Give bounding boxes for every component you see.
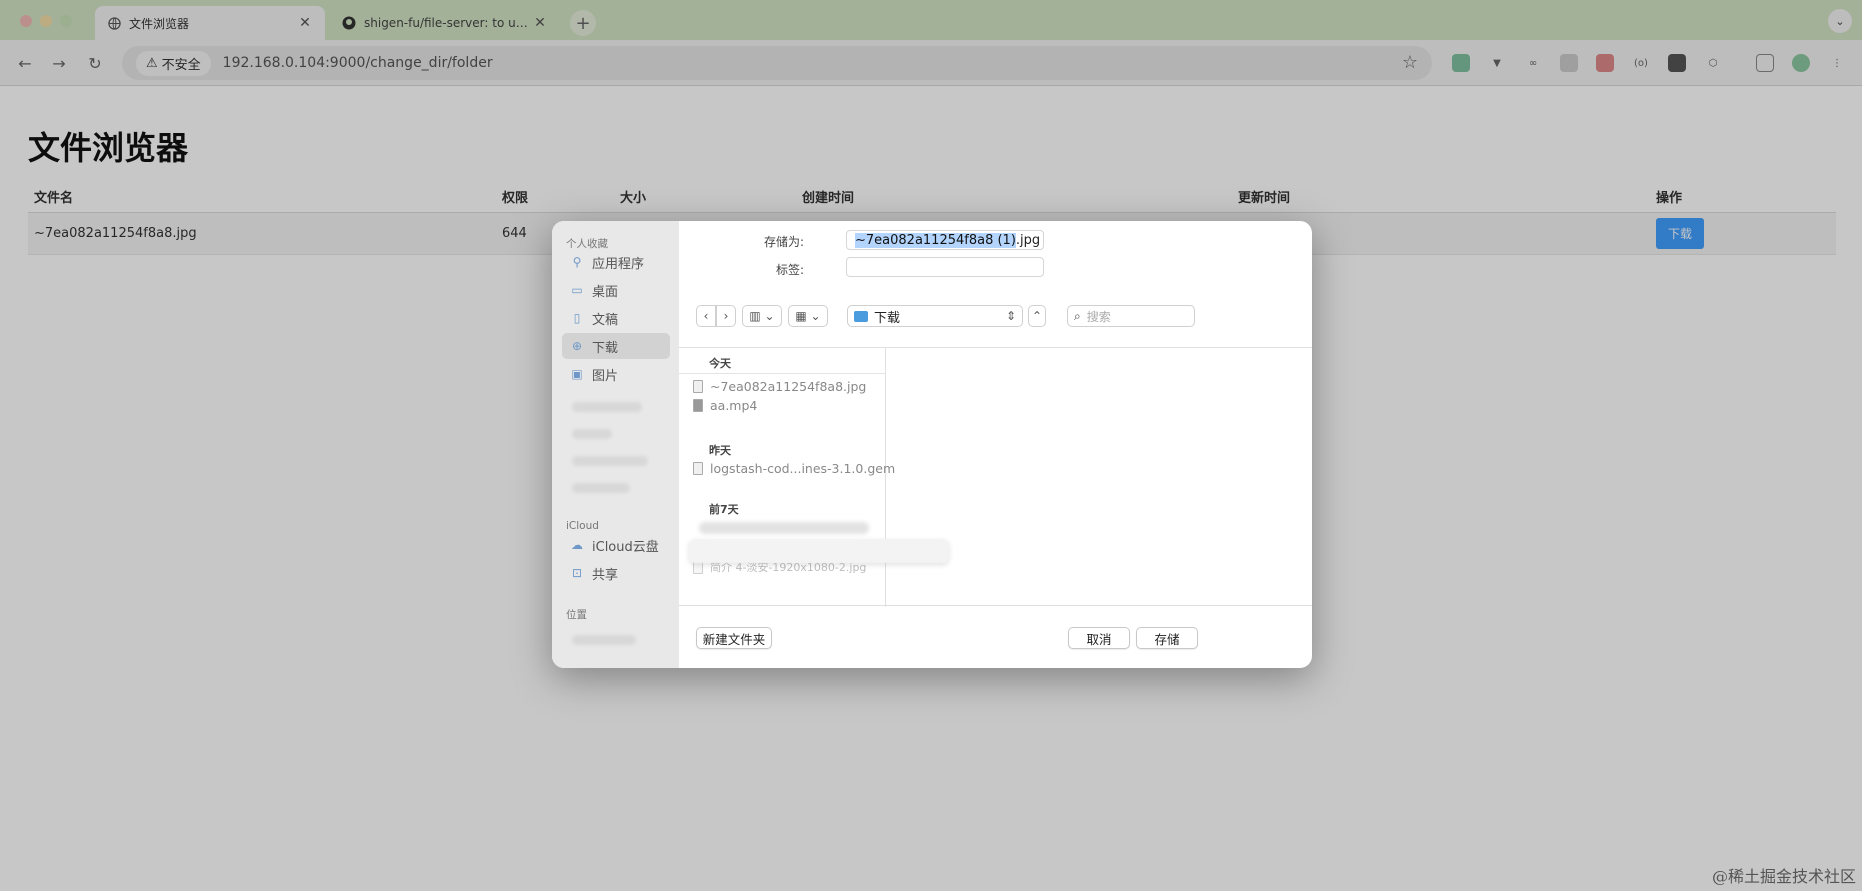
applications-icon: ⚲ [572, 255, 582, 269]
group-view-button[interactable]: ▦ ⌄ [788, 305, 828, 327]
cloud-icon: ☁ [571, 538, 583, 552]
chevron-up-icon: ⌃ [1031, 309, 1043, 323]
back-nav-button[interactable]: ‹ [696, 305, 716, 327]
list-item[interactable]: aa.mp4 [693, 395, 757, 415]
tags-label: 标签: [775, 263, 804, 277]
collapse-button[interactable]: ⌃ [1028, 305, 1046, 327]
group-header-today: 今天 [709, 357, 731, 370]
save-button[interactable]: 存储 [1136, 627, 1198, 649]
download-icon: ⊕ [571, 339, 583, 353]
chevron-updown-icon: ⇕ [1005, 309, 1016, 323]
sidebar-item-label: 文稿 [592, 312, 619, 328]
image-file-icon [693, 379, 703, 393]
blurred-file-row [699, 522, 869, 534]
save-as-label: 存储为: [763, 235, 804, 249]
location-label: 下载 [874, 310, 901, 326]
group-header-last7: 前7天 [709, 503, 739, 516]
list-item[interactable]: ~7ea082a11254f8a8.jpg [693, 376, 866, 396]
list-item[interactable]: logstash-cod...ines-3.1.0.gem [693, 458, 895, 478]
shared-folder-icon: ⊡ [571, 566, 583, 580]
search-placeholder: 搜索 [1086, 309, 1111, 324]
sidebar-item-desktop[interactable]: ▭ 桌面 [562, 277, 670, 303]
file-name: aa.mp4 [710, 397, 758, 413]
watermark: @稀土掘金技术社区 [1711, 867, 1856, 886]
sidebar-item-label: 共享 [592, 567, 619, 583]
group-divider [679, 373, 886, 374]
blurred-sidebar-item [572, 402, 642, 412]
video-file-icon [693, 398, 703, 412]
pictures-icon: ▣ [571, 367, 583, 381]
dialog-sidebar: 个人收藏 ⚲ 应用程序 ▭ 桌面 ▯ 文稿 ⊕ 下载 ▣ 图片 iCloud ☁… [552, 221, 679, 668]
blurred-sidebar-item [572, 456, 648, 466]
search-field[interactable]: ⌕ 搜索 [1067, 305, 1195, 327]
sidebar-item-applications[interactable]: ⚲ 应用程序 [562, 249, 670, 275]
folder-icon [854, 310, 868, 322]
file-browser: 今天 ~7ea082a11254f8a8.jpg aa.mp4 昨天 logst… [679, 347, 1312, 607]
search-icon: ⌕ [1074, 308, 1081, 323]
dialog-main: 存储为: ~7ea082a11254f8a8 (1) .jpg 标签: ‹ › ▥… [679, 221, 1312, 668]
forward-nav-button[interactable]: › [716, 305, 736, 327]
file-column[interactable]: 今天 ~7ea082a11254f8a8.jpg aa.mp4 昨天 logst… [679, 348, 895, 607]
blurred-sidebar-item [572, 429, 612, 439]
sidebar-item-label: 桌面 [592, 284, 619, 300]
location-select[interactable]: 下载 ⇕ [847, 305, 1023, 327]
save-as-input[interactable]: ~7ea082a11254f8a8 (1) .jpg [846, 230, 1044, 250]
file-icon [693, 461, 703, 475]
sidebar-item-documents[interactable]: ▯ 文稿 [562, 305, 670, 331]
blurred-sidebar-item [572, 635, 636, 645]
group-header-yesterday: 昨天 [709, 444, 731, 457]
sidebar-item-icloud-drive[interactable]: ☁ iCloud云盘 [562, 532, 670, 558]
sidebar-item-label: 应用程序 [592, 256, 645, 272]
cancel-button[interactable]: 取消 [1068, 627, 1130, 649]
column-view-button[interactable]: ▥ ⌄ [742, 305, 782, 327]
save-as-extension: .jpg [1015, 232, 1041, 248]
sidebar-item-shared[interactable]: ⊡ 共享 [562, 560, 670, 586]
sidebar-item-downloads[interactable]: ⊕ 下载 [562, 333, 670, 359]
grid-view-icon: ▦ ⌄ [795, 309, 821, 323]
sidebar-item-label: 图片 [592, 368, 619, 384]
save-dialog: 个人收藏 ⚲ 应用程序 ▭ 桌面 ▯ 文稿 ⊕ 下载 ▣ 图片 iCloud ☁… [552, 221, 1312, 668]
new-folder-button[interactable]: 新建文件夹 [696, 627, 772, 649]
file-name: logstash-cod...ines-3.1.0.gem [710, 460, 896, 476]
sidebar-item-label: iCloud云盘 [592, 539, 659, 555]
tags-input[interactable] [846, 257, 1044, 277]
blurred-tooltip [689, 539, 949, 563]
column-view-icon: ▥ ⌄ [749, 309, 775, 323]
locations-header: 位置 [566, 609, 587, 621]
sidebar-item-label: 下载 [592, 340, 619, 356]
desktop-icon: ▭ [571, 283, 583, 297]
icloud-header: iCloud [566, 520, 599, 532]
save-as-selected-text: ~7ea082a11254f8a8 (1) [855, 232, 1016, 248]
document-icon: ▯ [573, 311, 581, 325]
file-name: ~7ea082a11254f8a8.jpg [710, 378, 867, 394]
sidebar-item-pictures[interactable]: ▣ 图片 [562, 361, 670, 387]
blurred-sidebar-item [572, 483, 630, 493]
